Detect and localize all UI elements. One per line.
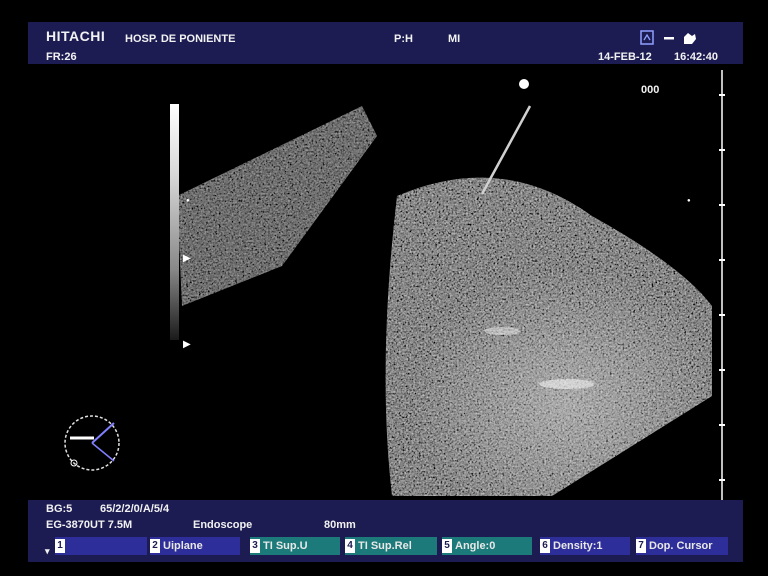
fkey-label: Dop. Cursor <box>649 540 713 552</box>
mode-label: Endoscope <box>193 519 253 531</box>
function-button-5[interactable]: 5 Angle:0 <box>442 537 532 555</box>
fkey-label: Angle:0 <box>455 540 496 552</box>
fkey-label: Uiplane <box>163 540 203 552</box>
frame-counter: 000 <box>641 84 660 96</box>
grayscale-bar <box>170 104 179 340</box>
fkey-number: 1 <box>55 539 65 553</box>
fkey-number: 4 <box>345 539 355 553</box>
focus-arrow-icon: ▶ <box>183 253 191 264</box>
function-button-4[interactable]: 4 TI Sup.Rel <box>345 537 437 555</box>
fkey-number: 2 <box>150 539 160 553</box>
function-button-1[interactable]: 1 <box>55 537 147 555</box>
probe-model: EG-3870UT 7.5M <box>46 519 133 531</box>
fkey-number: 7 <box>636 539 646 553</box>
function-button-2[interactable]: 2 Uiplane <box>150 537 240 555</box>
gain-value: BG:5 <box>46 503 73 515</box>
ultrasound-sector <box>32 66 727 496</box>
marker-dot-icon: ● <box>687 198 691 204</box>
fkey-label: TI Sup.Rel <box>358 540 412 552</box>
ultrasound-image <box>32 66 727 496</box>
probe-orientation-icon <box>64 415 120 471</box>
fkey-label: TI Sup.U <box>263 540 308 552</box>
focus-arrow-icon: ▶ <box>183 339 191 350</box>
function-button-7[interactable]: 7 Dop. Cursor <box>636 537 728 555</box>
fkey-number: 3 <box>250 539 260 553</box>
exam-date: 14-FEB-12 <box>598 51 652 63</box>
minus-icon <box>664 37 674 40</box>
ultrasound-screen: HITACHI HOSP. DE PONIENTE FR:26 P:H MI 1… <box>0 0 768 576</box>
footer-marker-icon: ▾ <box>45 546 50 556</box>
fkey-number: 5 <box>442 539 452 553</box>
probe-indicator: P:H <box>394 33 413 45</box>
depth-scale <box>719 70 725 500</box>
focus-marker <box>519 79 529 89</box>
hospital-name: HOSP. DE PONIENTE <box>125 33 236 45</box>
status-icons <box>640 30 696 45</box>
frame-rate: FR:26 <box>46 51 77 63</box>
function-button-3[interactable]: 3 TI Sup.U <box>250 537 340 555</box>
brand-logo: HITACHI <box>46 28 106 44</box>
depth-dot-icon: ● <box>186 198 190 204</box>
mi-indicator: MI <box>448 33 461 45</box>
disk-icon <box>640 30 654 45</box>
fkey-number: 6 <box>540 539 550 553</box>
image-params: 65/2/2/0/A/5/4 <box>100 503 170 515</box>
depth-value: 80mm <box>324 519 356 531</box>
fkey-label: Density:1 <box>553 540 603 552</box>
hand-icon <box>684 33 696 44</box>
function-button-6[interactable]: 6 Density:1 <box>540 537 630 555</box>
exam-time: 16:42:40 <box>674 51 719 63</box>
